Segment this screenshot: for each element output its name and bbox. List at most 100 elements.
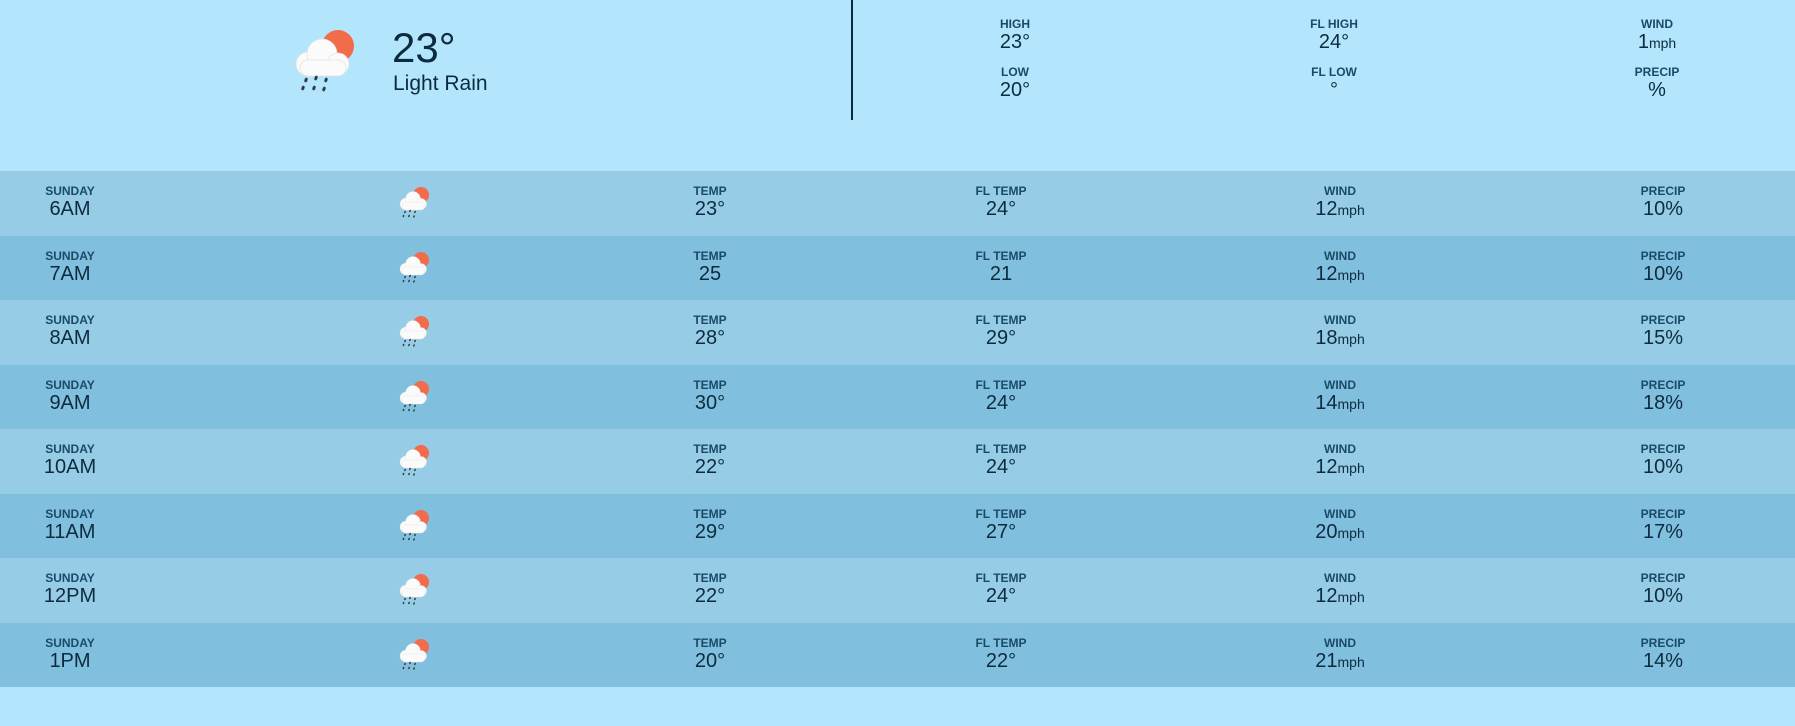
- hour-precip-label: PRECIP: [1640, 313, 1686, 327]
- stat-wind-value: 1mph: [1587, 31, 1727, 54]
- hour-time-cell: SUNDAY 10AM: [0, 442, 140, 478]
- stat-wind-unit: mph: [1648, 35, 1677, 51]
- hour-wind-label: WIND: [1324, 377, 1356, 392]
- hour-wind-number: 12: [1315, 262, 1338, 285]
- hour-fl-temp-value: 24°: [985, 585, 1017, 607]
- current-conditions: 23° Light Rain HIGH 23° LOW 20° FL HIGH …: [0, 0, 1795, 130]
- hour-fl-temp-value: 21: [989, 262, 1013, 285]
- hour-temp-label: TEMP: [693, 442, 727, 456]
- hour-time-cell: SUNDAY 6AM: [0, 184, 140, 220]
- hour-temp-value: 25: [698, 262, 722, 285]
- hour-precip-value: 14%: [1642, 649, 1684, 672]
- stat-low-label: LOW: [1001, 65, 1029, 79]
- cloud-sun-rain-icon: [399, 187, 429, 218]
- weather-page: 23° Light Rain HIGH 23° LOW 20° FL HIGH …: [0, 0, 1795, 726]
- hour-wind-value: 12mph: [1270, 198, 1410, 221]
- hour-precip-cell: PRECIP 10%: [1593, 571, 1733, 607]
- hour-precip-cell: PRECIP 10%: [1593, 249, 1733, 285]
- hour-wind-cell: WIND 12mph: [1270, 249, 1410, 286]
- hour-time: 6AM: [49, 198, 91, 220]
- hour-time-cell: SUNDAY 8AM: [0, 313, 140, 349]
- hourly-row-7: SUNDAY 12PM TEMP 22° FL TEMP 24° WIND 12…: [0, 558, 1795, 623]
- hour-precip-label: PRECIP: [1640, 184, 1686, 198]
- panel-divider: [851, 0, 853, 120]
- hour-wind-number: 12: [1315, 456, 1338, 478]
- hour-precip-cell: PRECIP 10%: [1593, 184, 1733, 220]
- hour-precip-value: 10%: [1642, 585, 1684, 607]
- stat-wind: WIND 1mph: [1587, 17, 1727, 54]
- hour-wind-number: 12: [1315, 198, 1338, 220]
- hour-time: 7AM: [49, 262, 91, 285]
- hour-time: 10AM: [43, 456, 97, 478]
- hour-time: 11AM: [44, 520, 96, 543]
- hour-wind-cell: WIND 18mph: [1270, 313, 1410, 350]
- hour-temp-cell: TEMP 22°: [640, 442, 780, 478]
- hour-precip-label: PRECIP: [1640, 248, 1686, 263]
- hour-temp-value: 30°: [694, 391, 726, 414]
- hour-fl-temp-cell: FL TEMP 29°: [931, 313, 1071, 349]
- hour-wind-label: WIND: [1324, 506, 1356, 521]
- hour-wind-unit: mph: [1337, 331, 1365, 347]
- hour-wind-unit: mph: [1337, 653, 1365, 670]
- hour-wind-cell: WIND 20mph: [1270, 507, 1410, 544]
- hour-precip-cell: PRECIP 18%: [1593, 378, 1733, 414]
- hour-wind-unit: mph: [1337, 266, 1365, 283]
- hour-wind-unit: mph: [1337, 202, 1365, 218]
- hour-wind-label: WIND: [1324, 442, 1356, 456]
- hour-day: SUNDAY: [45, 184, 95, 198]
- hour-temp-value: 22°: [694, 585, 726, 607]
- stat-fl-low-value: °: [1330, 79, 1338, 101]
- hour-day: SUNDAY: [45, 506, 95, 521]
- hourly-row-3: SUNDAY 8AM TEMP 28° FL TEMP 29° WIND 18m…: [0, 300, 1795, 365]
- hour-fl-temp-cell: FL TEMP 27°: [931, 507, 1071, 543]
- hour-wind-number: 12: [1315, 585, 1338, 607]
- stat-fl-low-label: FL LOW: [1311, 65, 1357, 79]
- hourly-row-2: SUNDAY 7AM TEMP 25 FL TEMP 21 WIND 12mph…: [0, 235, 1795, 300]
- hour-temp-cell: TEMP 22°: [640, 571, 780, 607]
- hour-fl-temp-value: 22°: [985, 649, 1017, 672]
- hour-wind-cell: WIND 12mph: [1270, 184, 1410, 221]
- hour-fl-temp-label: FL TEMP: [975, 635, 1027, 650]
- hour-time-cell: SUNDAY 7AM: [0, 249, 140, 285]
- hourly-row-4: SUNDAY 9AM TEMP 30° FL TEMP 24° WIND 14m…: [0, 364, 1795, 429]
- stat-high-label: HIGH: [1000, 17, 1030, 31]
- hour-wind-number: 18: [1315, 327, 1338, 349]
- hour-fl-temp-value: 24°: [985, 198, 1017, 220]
- hour-temp-label: TEMP: [693, 506, 727, 521]
- current-temperature: 23°: [392, 24, 456, 71]
- hour-wind-unit: mph: [1337, 395, 1365, 412]
- hour-day: SUNDAY: [45, 571, 95, 585]
- hour-time: 12PM: [43, 585, 97, 607]
- hour-precip-value: 15%: [1642, 327, 1684, 349]
- hour-temp-cell: TEMP 23°: [640, 184, 780, 220]
- hour-fl-temp-label: FL TEMP: [975, 313, 1027, 327]
- hour-temp-value: 23°: [694, 198, 726, 220]
- hour-precip-label: PRECIP: [1640, 377, 1686, 392]
- hour-precip-label: PRECIP: [1640, 635, 1686, 650]
- hour-fl-temp-label: FL TEMP: [975, 248, 1027, 263]
- hour-temp-value: 28°: [694, 327, 726, 349]
- hour-day: SUNDAY: [45, 377, 95, 392]
- hour-precip-cell: PRECIP 15%: [1593, 313, 1733, 349]
- hour-wind-value: 12mph: [1270, 456, 1410, 479]
- cloud-sun-rain-icon: [399, 380, 429, 412]
- stat-precip-value: %: [1648, 79, 1666, 101]
- hour-wind-value: 12mph: [1270, 263, 1410, 286]
- hour-fl-temp-value: 24°: [985, 456, 1017, 478]
- hour-wind-label: WIND: [1324, 635, 1356, 650]
- hour-wind-number: 14: [1315, 391, 1338, 414]
- stat-fl-high-value: 24°: [1318, 31, 1350, 53]
- hour-temp-cell: TEMP 29°: [640, 507, 780, 543]
- cloud-sun-rain-icon: [399, 509, 429, 541]
- hour-temp-cell: TEMP 28°: [640, 313, 780, 349]
- hour-fl-temp-label: FL TEMP: [975, 442, 1027, 456]
- hour-precip-value: 17%: [1642, 520, 1684, 543]
- stat-low: LOW 20°: [945, 65, 1085, 101]
- hour-temp-label: TEMP: [693, 635, 727, 650]
- hour-wind-number: 21: [1315, 649, 1338, 672]
- current-condition: Light Rain: [393, 72, 488, 95]
- stat-precip: PRECIP %: [1587, 65, 1727, 101]
- hour-wind-label: WIND: [1324, 313, 1356, 327]
- hour-precip-cell: PRECIP 17%: [1593, 507, 1733, 543]
- hour-wind-value: 20mph: [1270, 521, 1410, 544]
